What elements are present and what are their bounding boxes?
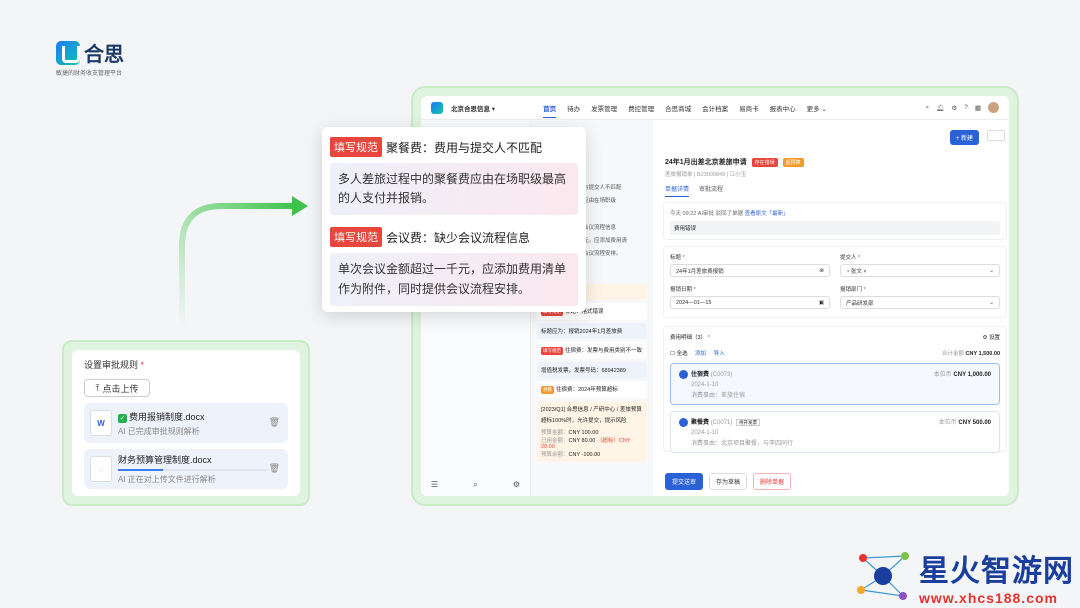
settings-icon[interactable]: ⚙ bbox=[951, 104, 957, 112]
file-item[interactable]: ◌ 财务预算管理制度.docx AI 正在对上传文件进行解析 🗑 bbox=[84, 449, 288, 489]
logo-icon bbox=[56, 40, 80, 65]
calendar-icon: ▣ bbox=[818, 299, 824, 306]
upload-label: 设置审批规则 * bbox=[84, 360, 145, 370]
document-title: 24年1月出差北京差旅申请 存在错误 超预算 bbox=[665, 157, 804, 167]
import-link[interactable]: 导入 bbox=[714, 351, 725, 357]
watermark: 星火智游网 www.xhcs188.com bbox=[853, 546, 1074, 606]
avatar[interactable] bbox=[988, 102, 999, 113]
nav-item-invoice[interactable]: 发票管理 bbox=[591, 103, 617, 113]
nav-item-home[interactable]: 首页 bbox=[543, 103, 557, 118]
clear-icon: ⊗ bbox=[819, 267, 824, 274]
chevron-down-icon: ⌄ bbox=[989, 267, 994, 274]
trash-icon[interactable]: 🗑 bbox=[269, 463, 280, 474]
select-all-checkbox[interactable]: ☐ 全选 bbox=[670, 351, 687, 357]
title-input[interactable]: 24年1月差旅费报销 ⊗ bbox=[670, 264, 830, 277]
nav-item-archive[interactable]: 会计档案 bbox=[702, 103, 728, 113]
file-status: AI 正在对上传文件进行解析 bbox=[118, 475, 216, 484]
gear-icon[interactable]: ⚙ bbox=[513, 480, 520, 490]
top-nav: 北京合思信息 ▾ 首页 待办 发票管理 费控管理 合思商城 会计档案 易商卡 报… bbox=[421, 96, 1009, 120]
upload-card: 设置审批规则 * ⤒ 点击上传 W ✓ 费用报销制度.docx AI 已完成审批规则… bbox=[62, 340, 310, 506]
document-tabs: 单据详情 审批流程 bbox=[665, 184, 723, 197]
hotel-icon bbox=[679, 369, 688, 379]
form-panel: 标题 * 24年1月差旅费报销 ⊗ 提交人 * ◔ 张文 × ⌄ 报销日期 * 20… bbox=[663, 246, 1007, 318]
file-name: 费用报销制度.docx bbox=[129, 411, 205, 422]
action-bar: 提交送审 存为草稿 删除单据 bbox=[665, 473, 792, 490]
ai-rule-popup: 填写规范 聚餐费：费用与提交人不匹配 多人差旅过程中的聚餐费应由在场职级最高的人支… bbox=[322, 127, 586, 312]
watermark-title: 星火智游网 bbox=[919, 555, 1074, 588]
rule-body: 多人差旅过程中的聚餐费应由在场职级最高的人支付并报销。 bbox=[330, 163, 578, 216]
file-status: AI 已完成审批规则解析 bbox=[118, 426, 200, 436]
submit-button[interactable]: 提交送审 bbox=[665, 473, 704, 490]
word-doc-icon: W bbox=[90, 410, 112, 436]
expense-item[interactable]: 聚餐费 (C0071) 待开发票 本位币 CNY 500.00 2024-1-1… bbox=[670, 411, 1000, 453]
document-subtitle: 差旅报销单 | B23000849 | 江小玉 bbox=[665, 172, 747, 178]
company-switcher[interactable]: 北京合思信息 ▾ bbox=[451, 103, 495, 113]
delete-button[interactable]: 删除单据 bbox=[753, 473, 792, 490]
expense-detail-panel: 费用明细（3） * ⚙ 设置 ☐ 全选 添加 导入 合计金额 CNY 1,500… bbox=[663, 326, 1007, 453]
nav-item-reports[interactable]: 报表中心 bbox=[770, 103, 796, 113]
dining-icon bbox=[679, 417, 688, 427]
nav-item-mall[interactable]: 合思商城 bbox=[665, 103, 691, 113]
watermark-url: www.xhcs188.com bbox=[919, 590, 1058, 606]
app-logo-icon bbox=[431, 101, 443, 114]
department-select[interactable]: 产品研发部 ⌄ bbox=[840, 296, 1000, 309]
menu-icon[interactable]: ☰ bbox=[431, 480, 438, 490]
save-draft-button[interactable]: 存为草稿 bbox=[709, 473, 748, 490]
network-logo-icon bbox=[857, 552, 909, 600]
upload-icon: ⤒ bbox=[95, 382, 100, 393]
tab-details[interactable]: 单据详情 bbox=[665, 184, 690, 197]
approval-log: 今天 09:22 AI审批 驳回了单据 查看原文「最新」 费用错误 bbox=[663, 202, 1007, 240]
view-toggle[interactable] bbox=[987, 130, 1005, 141]
upload-progress-bar bbox=[118, 469, 268, 471]
document-main: + 新建 24年1月出差北京差旅申请 存在错误 超预算 差旅报销单 | B230… bbox=[661, 120, 1009, 496]
loading-spinner-icon: ◌ bbox=[90, 456, 112, 482]
bell-icon[interactable]: 🔔︎ bbox=[936, 104, 944, 112]
settings-button[interactable]: ⚙ 设置 bbox=[983, 333, 1000, 341]
submitter-select[interactable]: ◔ 张文 × ⌄ bbox=[840, 264, 1000, 277]
check-icon: ✓ bbox=[118, 413, 127, 423]
rule-heading: 填写规范 聚餐费：费用与提交人不匹配 bbox=[330, 137, 578, 157]
rule-body: 单次会议金额超过一千元，应添加费用清单作为附件，同时提供会议流程安排。 bbox=[330, 253, 578, 306]
brand-name: 合思 bbox=[84, 44, 124, 66]
tab-approval-flow[interactable]: 审批流程 bbox=[699, 184, 723, 197]
brand-tagline: 敏捷的财务收支管理平台 bbox=[56, 71, 123, 77]
nav-item-expense[interactable]: 费控管理 bbox=[628, 103, 654, 113]
budget-tag: 超预算 bbox=[782, 158, 804, 167]
chevron-down-icon: ⌄ bbox=[989, 299, 994, 306]
add-link[interactable]: 添加 bbox=[695, 351, 706, 357]
nav-item-more[interactable]: 更多 ⌄ bbox=[807, 103, 827, 113]
upload-button[interactable]: ⤒ 点击上传 bbox=[84, 379, 150, 397]
apps-icon[interactable]: ▦ bbox=[975, 104, 981, 112]
rule-heading: 填写规范 会议费：缺少会议流程信息 bbox=[330, 227, 578, 248]
rule-item[interactable]: 填写规范 住宿费：发票与费用类别不一致 bbox=[537, 342, 647, 360]
file-name: 财务预算管理制度.docx bbox=[118, 455, 212, 465]
rule-detail: 标题应为：报销2024年1月差旅费 bbox=[537, 323, 647, 340]
expense-item[interactable]: 住宿费 (C0073) 本位币 CNY 1,000.00 2024-1-10 消… bbox=[670, 363, 1000, 405]
search-icon[interactable]: ⌕ bbox=[925, 104, 929, 112]
error-tag: 存在错误 bbox=[751, 158, 778, 167]
brand-logo: 合思 bbox=[56, 38, 124, 67]
nav-item-todo[interactable]: 待办 bbox=[567, 103, 580, 113]
arrow-decoration bbox=[179, 196, 308, 328]
date-input[interactable]: 2024—01—15 ▣ bbox=[670, 296, 830, 309]
nav-item-card[interactable]: 易商卡 bbox=[739, 103, 759, 113]
file-item[interactable]: W ✓ 费用报销制度.docx AI 已完成审批规则解析 🗑 bbox=[84, 403, 288, 443]
budget-detail: [2023/Q1] 合思信息 / 产研中心 / 差旅预算 超标100%时，允许提… bbox=[537, 401, 647, 463]
search-icon[interactable]: ⌕ bbox=[473, 480, 477, 490]
trash-icon[interactable]: 🗑 bbox=[269, 417, 280, 428]
rule-detail: 增值税发票，发票号码：68942389 bbox=[537, 362, 647, 379]
rule-item[interactable]: 预算 住宿费：2024年预算超标 bbox=[537, 381, 647, 399]
new-button[interactable]: + 新建 bbox=[949, 130, 979, 145]
help-icon[interactable]: ? bbox=[964, 104, 968, 111]
